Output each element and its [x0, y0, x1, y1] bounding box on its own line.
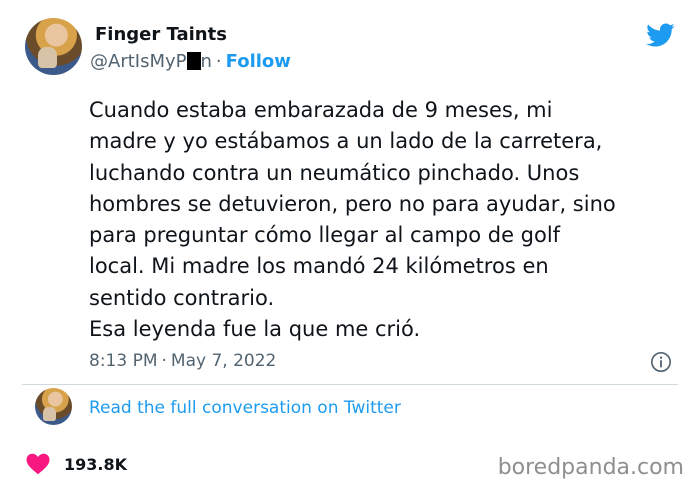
follow-button[interactable]: Follow: [226, 51, 291, 72]
handle-suffix: n: [200, 51, 212, 72]
handle-row: @ArtIsMyP n · Follow: [90, 51, 291, 73]
avatar[interactable]: [25, 18, 82, 75]
conversation-avatar[interactable]: [35, 388, 72, 425]
redaction-box: [186, 52, 201, 70]
tweet-line: luchando contra un neumático pinchado. U…: [89, 160, 580, 185]
likes-count: 193.8K: [64, 454, 128, 474]
tweet-line: madre y yo estábamos a un lado de la car…: [89, 129, 603, 154]
tweet-line: sentido contrario.: [89, 285, 275, 310]
tweet-line: local. Mi madre los mandó 24 kilómetros …: [89, 254, 549, 279]
user-name[interactable]: Finger Taints: [95, 24, 227, 46]
divider: [22, 384, 678, 385]
tweet-line: Cuando estaba embarazada de 9 meses, mi: [89, 98, 553, 122]
heart-icon: [26, 453, 50, 475]
tweet-text: Cuando estaba embarazada de 9 meses, mi …: [89, 95, 679, 345]
handle-separator: ·: [215, 51, 222, 72]
like-button[interactable]: 193.8K: [26, 453, 127, 475]
tweet-line: Esa leyenda fue la que me crió.: [89, 317, 421, 342]
tweet-line: para preguntar cómo llegar al campo de g…: [89, 223, 561, 248]
info-icon[interactable]: [650, 351, 672, 373]
watermark: boredpanda.com: [497, 455, 684, 480]
tweet-date: May 7, 2022: [170, 351, 277, 371]
handle-prefix: @ArtIsMyP: [90, 51, 187, 72]
timestamp-separator: ·: [161, 351, 167, 371]
twitter-bird-icon[interactable]: [643, 20, 677, 50]
read-conversation-link[interactable]: Read the full conversation on Twitter: [89, 397, 401, 419]
user-handle[interactable]: @ArtIsMyP n: [90, 51, 212, 72]
tweet-time: 8:13 PM: [89, 351, 158, 371]
tweet-line: hombres se detuvieron, pero no para ayud…: [89, 191, 616, 216]
tweet-timestamp[interactable]: 8:13 PM · May 7, 2022: [89, 350, 276, 372]
